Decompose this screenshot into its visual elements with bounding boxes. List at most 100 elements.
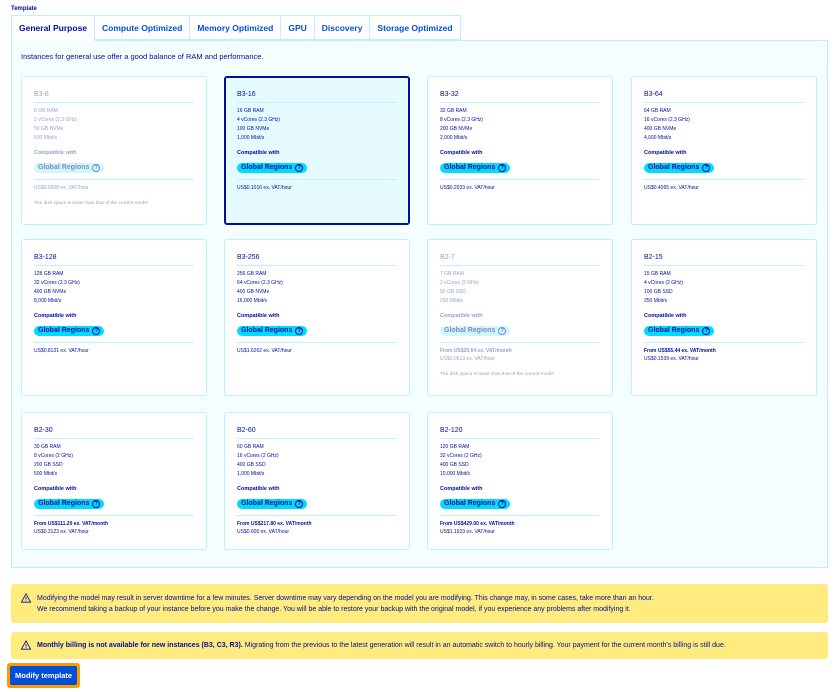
help-icon[interactable]: ? [92,499,101,508]
help-icon[interactable]: ? [498,163,507,172]
price-month: From US$217.80 ex. VAT/month [237,521,312,527]
price-month: From US$55.44 ex. VAT/month [644,348,716,354]
price-section: From US$55.44 ex. VAT/month US$0.1539 ex.… [644,342,804,363]
global-regions-label: Global Regions [444,327,496,334]
tab-description: Instances for general use offer a good b… [21,52,264,61]
model-spec: 32 vCores (2.3 GHz) [34,280,80,286]
price-section: US$0.1016 ex. VAT/hour [237,179,397,192]
model-spec: 16,000 Mbit/s [237,298,268,304]
global-regions-label: Global Regions [38,500,90,507]
model-spec: 30 GB RAM [34,444,61,450]
model-spec: 2,000 Mbit/s [440,135,468,141]
model-spec: 200 GB NVMe [440,126,473,132]
global-regions-label: Global Regions [241,327,293,334]
help-icon[interactable]: ? [295,326,304,335]
model-spec: 400 GB NVMe [237,289,270,295]
tab-compute-optimized[interactable]: Compute Optimized [94,15,190,40]
tab-storage-optimized[interactable]: Storage Optimized [369,15,461,40]
price-section: US$0.2033 ex. VAT/hour [440,179,600,192]
tab-discovery[interactable]: Discovery [313,15,370,40]
disk-space-note: The disk space is lower than that of the… [34,201,148,206]
tab-gpu[interactable]: GPU [280,15,314,40]
model-spec: 32 GB RAM [440,108,467,114]
global-regions-badge[interactable]: Global Regions? [237,498,308,509]
tab-memory-optimized[interactable]: Memory Optimized [189,15,281,40]
model-card-b3-8: B3-8 8 GB RAM 2 vCores (2.3 GHz) 50 GB NVMe… [21,76,207,225]
tab-panel: Instances for general use offer a good b… [11,40,828,568]
model-spec: 16 vCores (2.3 GHz) [644,117,690,123]
downtime-warning-line-1: Modifying the model may result in server… [37,595,654,602]
global-regions-label: Global Regions [648,164,700,171]
modify-template-button[interactable]: Modify template [10,666,78,685]
model-card-b2-120[interactable]: B2-120 120 GB RAM 32 vCores (2 GHz) 400 GB … [427,412,613,550]
model-spec: 10,000 Mbit/s [440,471,471,477]
model-spec: 32 vCores (2 GHz) [440,453,482,459]
model-spec: 7 GB RAM [440,271,464,277]
model-spec: 2 vCores (2.3 GHz) [34,117,78,123]
global-regions-badge[interactable]: Global Regions? [34,498,105,509]
help-icon[interactable]: ? [498,326,507,335]
price-hour: US$0.1016 ex. VAT/hour [237,185,292,191]
price-hour: US$0.8131 ex. VAT/hour [34,348,89,354]
model-spec: 100 GB NVMe [237,126,270,132]
modify-template-focus-ring: Modify template [7,663,81,688]
global-regions-label: Global Regions [38,327,90,334]
global-regions-badge[interactable]: Global Regions? [644,325,715,336]
model-spec: 120 GB RAM [440,444,470,450]
model-name: B3-8 [34,91,194,103]
model-spec: 100 GB SSD [644,289,673,295]
price-section: From US$429.00 ex. VAT/month US$1.1923 ex… [440,515,600,536]
global-regions-badge[interactable]: Global Regions? [440,498,511,509]
model-card-b3-32[interactable]: B3-32 32 GB RAM 8 vCores (2.3 GHz) 200 GB N… [427,76,613,225]
model-spec: 15 GB RAM [644,271,671,277]
global-regions-badge[interactable]: Global Regions? [440,325,511,336]
model-spec: 400 GB NVMe [644,126,677,132]
price-hour: US$0.2033 ex. VAT/hour [440,185,495,191]
model-name: B3-32 [440,91,600,103]
model-spec: 400 GB SSD [440,462,469,468]
global-regions-badge[interactable]: Global Regions? [34,325,105,336]
help-icon[interactable]: ? [498,499,507,508]
model-spec: 8,000 Mbit/s [34,298,62,304]
model-spec: 50 GB NVMe [34,126,64,132]
global-regions-label: Global Regions [444,500,496,507]
model-spec: 16 GB RAM [237,108,264,114]
model-spec: 250 Mbit/s [440,298,464,304]
model-card-b3-64[interactable]: B3-64 64 GB RAM 16 vCores (2.3 GHz) 400 GB … [631,76,817,225]
global-regions-badge[interactable]: Global Regions? [644,162,715,173]
model-card-b3-256[interactable]: B3-256 256 GB RAM 64 vCores (2.3 GHz) 400 G… [224,239,410,396]
global-regions-label: Global Regions [38,164,90,171]
help-icon[interactable]: ? [92,163,101,172]
price-section: From US$217.80 ex. VAT/month US$0.606 ex.… [237,515,397,536]
model-name: B3-16 [237,91,397,103]
model-spec: 250 Mbit/s [644,298,668,304]
model-spec: 4,000 Mbit/s [644,135,672,141]
global-regions-badge[interactable]: Global Regions? [237,162,308,173]
price-hour: US$0.4065 ex. VAT/hour [644,185,699,191]
model-card-b2-15[interactable]: B2-15 15 GB RAM 4 vCores (2 GHz) 100 GB SSD… [631,239,817,396]
model-card-b2-60[interactable]: B2-60 60 GB RAM 16 vCores (2 GHz) 400 GB SS… [224,412,410,550]
model-card-b3-128[interactable]: B3-128 128 GB RAM 32 vCores (2.3 GHz) 400 G… [21,239,207,396]
model-spec: 8 vCores (2 GHz) [34,453,73,459]
downtime-warning-alert: Modifying the model may result in server… [11,584,828,623]
model-card-b2-30[interactable]: B2-30 30 GB RAM 8 vCores (2 GHz) 200 GB SSD… [21,412,207,550]
global-regions-label: Global Regions [648,327,700,334]
price-month: From US$20.64 ex. VAT/month [440,348,512,354]
price-hour: US$0.0508 ex. VAT/hour [34,185,89,191]
help-icon[interactable]: ? [295,499,304,508]
global-regions-badge[interactable]: Global Regions? [34,162,105,173]
global-regions-badge[interactable]: Global Regions? [237,325,308,336]
tab-general-purpose[interactable]: General Purpose [11,15,95,41]
help-icon[interactable]: ? [92,326,101,335]
price-section: From US$111.20 ex. VAT/month US$0.3123 ex… [34,515,194,536]
global-regions-badge[interactable]: Global Regions? [440,162,511,173]
model-spec: 500 Mbit/s [34,135,58,141]
model-name: B2-120 [440,427,600,439]
help-icon[interactable]: ? [702,326,711,335]
model-spec: 64 vCores (2.3 GHz) [237,280,283,286]
help-icon[interactable]: ? [702,163,711,172]
model-spec: 400 GB SSD [237,462,266,468]
model-name: B2-60 [237,427,397,439]
help-icon[interactable]: ? [295,163,304,172]
model-card-b3-16[interactable]: B3-16 16 GB RAM 4 vCores (2.3 GHz) 100 GB N… [224,76,410,225]
